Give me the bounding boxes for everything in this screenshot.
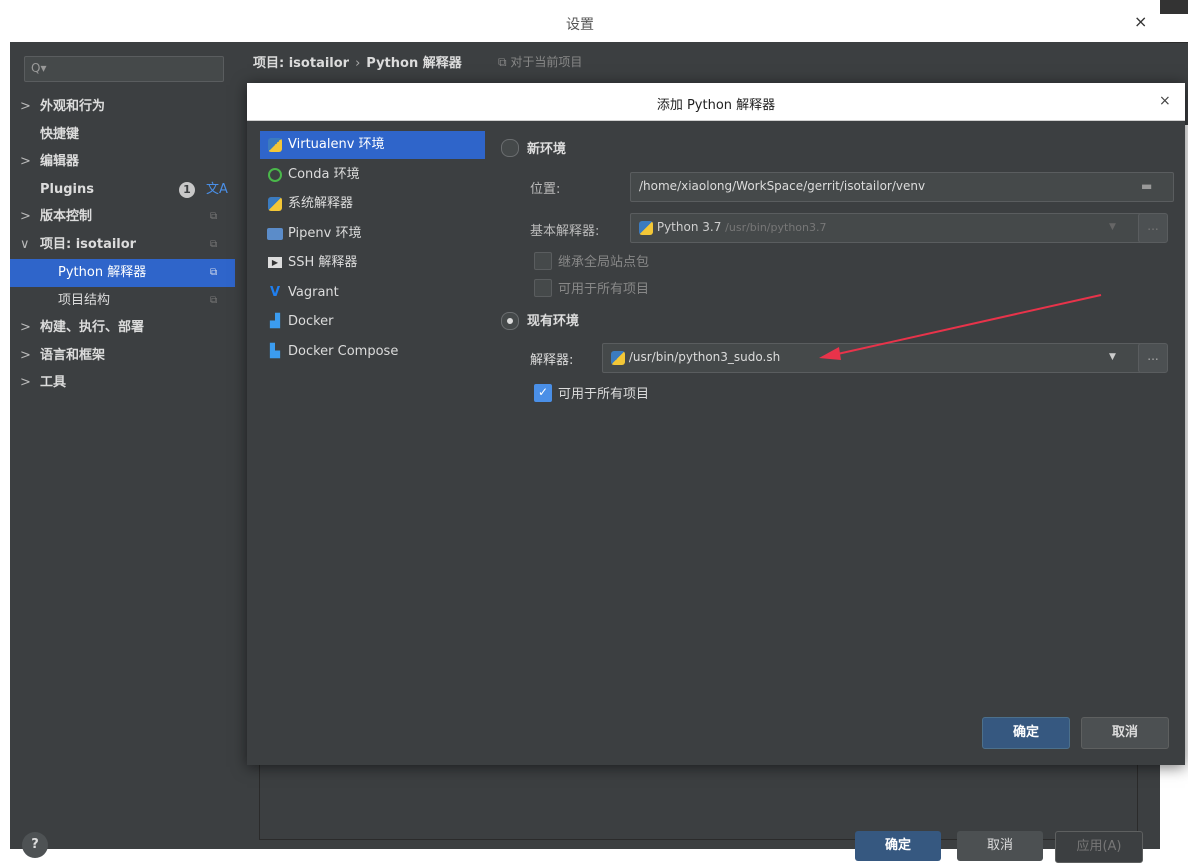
add-interpreter-dialog: 添加 Python 解释器 × Virtualenv 环境 Conda 环境 系… xyxy=(247,83,1185,765)
python-virtualenv-icon xyxy=(266,131,284,159)
sidebar-item-label: Python 解释器 xyxy=(58,265,147,280)
chevron-right-icon: > xyxy=(20,320,31,335)
sidebar-item-label: 工具 xyxy=(40,375,67,390)
sidebar-item-project[interactable]: ∨ 项目: isotailor ⧉ xyxy=(10,231,235,259)
type-label: Docker xyxy=(288,314,334,329)
project-scope-icon: ⧉ xyxy=(210,295,218,306)
python-icon xyxy=(266,190,284,218)
type-virtualenv[interactable]: Virtualenv 环境 xyxy=(260,131,485,159)
interpreter-type-list: Virtualenv 环境 Conda 环境 系统解释器 Pipenv 环境 ▶… xyxy=(247,121,487,765)
sidebar-item-label: 项目结构 xyxy=(58,293,111,308)
settings-search-input[interactable]: Q▾ xyxy=(24,56,224,82)
translate-icon: 文A xyxy=(206,182,228,197)
sidebar-item-label: 外观和行为 xyxy=(40,99,106,114)
chevron-right-icon: > xyxy=(20,209,31,224)
sidebar-item-languages[interactable]: > 语言和框架 xyxy=(10,342,235,370)
sidebar-item-tools[interactable]: > 工具 xyxy=(10,369,235,397)
chevron-right-icon: > xyxy=(20,375,31,390)
sidebar-item-python-interpreter[interactable]: Python 解释器 ⧉ xyxy=(10,259,235,287)
type-conda[interactable]: Conda 环境 xyxy=(260,161,485,189)
interpreter-config-panel: 新环境 位置: /home/xiaolong/WorkSpace/gerrit/… xyxy=(487,121,1185,765)
pipenv-icon xyxy=(266,220,284,248)
sidebar-item-label: 构建、执行、部署 xyxy=(40,320,145,335)
vagrant-icon: V xyxy=(269,285,281,300)
chevron-down-icon: ∨ xyxy=(20,237,30,252)
project-scope-icon: ⧉ xyxy=(210,267,218,278)
ssh-icon: ▶ xyxy=(266,249,284,277)
annotation-arrowhead xyxy=(819,347,841,360)
settings-apply-button[interactable]: 应用(A) xyxy=(1055,831,1143,863)
type-label: Docker Compose xyxy=(288,344,399,359)
project-scope-icon: ⧉ xyxy=(210,211,218,222)
type-label: Vagrant xyxy=(288,285,339,300)
dialog-titlebar: 添加 Python 解释器 × xyxy=(247,83,1185,121)
dialog-ok-button[interactable]: 确定 xyxy=(982,717,1070,749)
breadcrumb-project: 项目: isotailor xyxy=(253,56,350,71)
type-ssh[interactable]: ▶ SSH 解释器 xyxy=(260,249,485,277)
sidebar-item-keymap[interactable]: 快捷键 xyxy=(10,121,235,149)
search-icon: Q▾ xyxy=(31,61,47,75)
type-docker-compose[interactable]: ▙ Docker Compose xyxy=(260,338,485,366)
help-button[interactable]: ? xyxy=(22,832,48,858)
type-pipenv[interactable]: Pipenv 环境 xyxy=(260,220,485,248)
interpreter-packages-table xyxy=(259,752,1138,840)
sidebar-item-label: 项目: isotailor xyxy=(40,237,137,252)
sidebar-item-project-structure[interactable]: 项目结构 ⧉ xyxy=(10,287,235,315)
type-label: Conda 环境 xyxy=(288,167,360,182)
update-count-badge: 1 xyxy=(179,182,195,198)
sidebar-item-appearance[interactable]: > 外观和行为 xyxy=(10,93,235,121)
type-label: 系统解释器 xyxy=(288,196,354,211)
annotation-arrow xyxy=(819,294,1102,360)
scope-note: ⧉ 对于当前项目 xyxy=(498,55,583,69)
sidebar-item-label: 版本控制 xyxy=(40,209,93,224)
docker-compose-icon: ▙ xyxy=(270,344,280,359)
project-scope-icon: ⧉ xyxy=(210,239,218,250)
settings-titlebar: 设置 × xyxy=(0,0,1160,42)
settings-cancel-button[interactable]: 取消 xyxy=(957,831,1043,861)
chevron-right-icon: > xyxy=(20,99,31,114)
dialog-close-icon[interactable]: × xyxy=(1159,93,1171,109)
sidebar-item-build[interactable]: > 构建、执行、部署 xyxy=(10,314,235,342)
type-vagrant[interactable]: V Vagrant xyxy=(260,279,485,307)
sidebar-item-label: 语言和框架 xyxy=(40,348,106,363)
sidebar-item-label: Plugins xyxy=(40,182,94,197)
type-system[interactable]: 系统解释器 xyxy=(260,190,485,218)
breadcrumb-page: Python 解释器 xyxy=(366,56,462,71)
sidebar-item-vcs[interactable]: > 版本控制 ⧉ xyxy=(10,203,235,231)
settings-sidebar: Q▾ > 外观和行为 快捷键 > 编辑器 Plugins 1 文A > 版本控制… xyxy=(10,42,235,849)
annotation-arrow-line xyxy=(832,294,1102,356)
window-close-icon[interactable]: × xyxy=(1134,12,1147,31)
dialog-title: 添加 Python 解释器 xyxy=(656,98,776,113)
type-label: Pipenv 环境 xyxy=(288,226,362,241)
type-label: SSH 解释器 xyxy=(288,255,358,270)
sidebar-item-label: 快捷键 xyxy=(40,127,80,142)
chevron-right-icon: > xyxy=(20,154,31,169)
conda-icon xyxy=(266,161,284,189)
sidebar-item-editor[interactable]: > 编辑器 xyxy=(10,148,235,176)
breadcrumb: 项目: isotailor › Python 解释器 xyxy=(253,52,462,71)
sidebar-item-label: 编辑器 xyxy=(40,154,80,169)
breadcrumb-separator: › xyxy=(355,56,361,71)
type-label: Virtualenv 环境 xyxy=(288,137,385,152)
docker-icon: ▟ xyxy=(270,314,280,329)
sidebar-item-plugins[interactable]: Plugins 1 文A xyxy=(10,176,235,204)
chevron-right-icon: > xyxy=(20,348,31,363)
type-docker[interactable]: ▟ Docker xyxy=(260,308,485,336)
settings-ok-button[interactable]: 确定 xyxy=(855,831,941,861)
window-title: 设置 xyxy=(566,17,594,33)
edge-dark-block xyxy=(1160,0,1188,14)
dialog-cancel-button[interactable]: 取消 xyxy=(1081,717,1169,749)
